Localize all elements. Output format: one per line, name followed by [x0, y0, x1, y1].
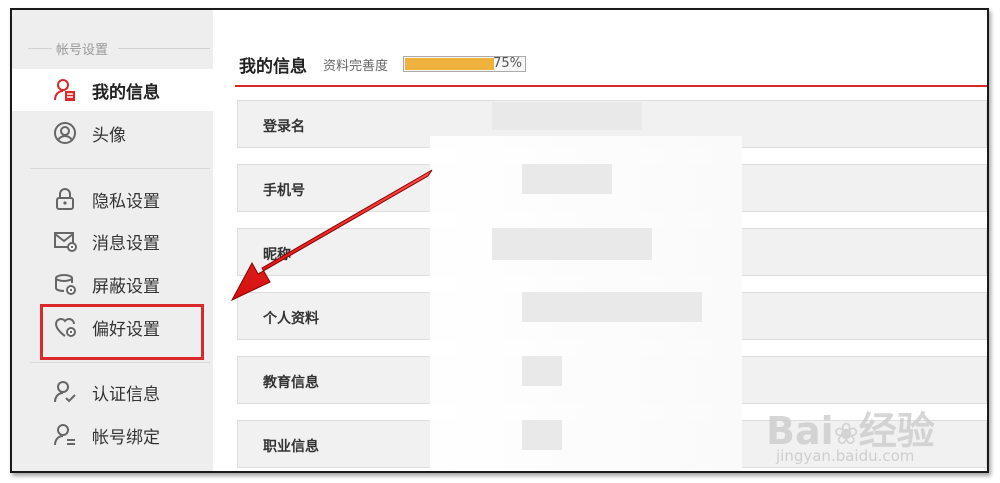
highlight-box [40, 304, 204, 360]
sidebar: 帐号设置 我的信息 头像 隐私设置 消息设置 屏蔽设置 偏好设置 认证信息 帐号… [12, 10, 214, 471]
sidebar-item-label: 帐号绑定 [92, 427, 160, 448]
sidebar-divider [30, 168, 210, 169]
blur-block [522, 292, 702, 322]
user-doc-icon [52, 77, 78, 103]
row-label: 手机号 [263, 183, 305, 199]
title-underline [235, 85, 987, 87]
blur-block [492, 102, 642, 130]
sidebar-item-avatar[interactable]: 头像 [12, 112, 212, 154]
user-bind-icon [52, 422, 78, 448]
app-window: 帐号设置 我的信息 头像 隐私设置 消息设置 屏蔽设置 偏好设置 认证信息 帐号… [10, 8, 989, 473]
section-divider [118, 48, 210, 49]
sidebar-item-label: 隐私设置 [92, 191, 160, 212]
sidebar-item-label: 消息设置 [92, 233, 160, 254]
blur-block [522, 164, 612, 194]
progress-fill [405, 58, 495, 70]
sidebar-section-label: 帐号设置 [56, 43, 109, 58]
completeness-label: 资料完善度 [323, 59, 389, 74]
blur-block [522, 356, 562, 386]
sidebar-item-label: 认证信息 [92, 384, 160, 405]
sidebar-item-label: 屏蔽设置 [92, 276, 160, 297]
blur-block [492, 228, 652, 260]
row-label: 昵称 [263, 247, 291, 263]
sidebar-item-binding[interactable]: 帐号绑定 [12, 414, 212, 456]
row-label: 教育信息 [263, 375, 319, 391]
sidebar-divider [30, 362, 210, 363]
sidebar-item-my-info[interactable]: 我的信息 [12, 69, 213, 111]
watermark-url: jingyan.baidu.com [776, 447, 915, 465]
sidebar-item-message[interactable]: 消息设置 [12, 220, 212, 262]
row-label: 个人资料 [263, 311, 319, 327]
avatar-circle-icon [52, 120, 78, 146]
row-label: 登录名 [263, 119, 305, 135]
block-gear-icon [52, 271, 78, 297]
lock-icon [52, 186, 78, 212]
page-title: 我的信息 [239, 57, 307, 77]
row-label: 职业信息 [263, 439, 319, 455]
baidu-watermark: Bai❀经验 jingyan.baidu.com [766, 380, 966, 471]
sidebar-item-privacy[interactable]: 隐私设置 [12, 178, 212, 220]
user-verify-icon [52, 379, 78, 405]
blur-block [522, 420, 562, 450]
sidebar-item-label: 我的信息 [92, 82, 160, 103]
sidebar-item-label: 头像 [92, 125, 126, 146]
section-divider [28, 48, 52, 49]
sidebar-item-verification[interactable]: 认证信息 [12, 371, 212, 413]
sidebar-item-block[interactable]: 屏蔽设置 [12, 263, 212, 305]
message-gear-icon [52, 228, 78, 254]
progress-percent: 75% [493, 56, 522, 71]
completeness-progress: 75% [403, 56, 526, 72]
